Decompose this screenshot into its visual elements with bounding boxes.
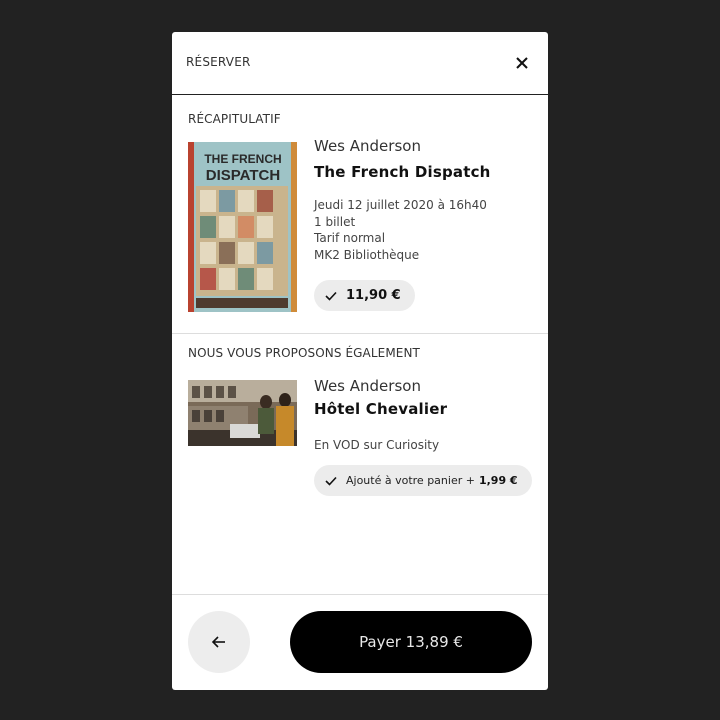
back-button[interactable]: [188, 611, 250, 673]
modal-header: RÉSERVER: [172, 32, 548, 95]
booking-modal: RÉSERVER RÉCAPITULATIF THE FRENCH DISPAT…: [172, 32, 548, 690]
svg-text:THE FRENCH: THE FRENCH: [204, 152, 281, 166]
section-divider: [172, 333, 548, 334]
recap-movie-title: The French Dispatch: [314, 163, 491, 181]
suggestion-availability: En VOD sur Curiosity: [314, 438, 440, 452]
arrow-left-icon: [211, 636, 225, 648]
close-button[interactable]: [512, 53, 532, 73]
recap-cinema: MK2 Bibliothèque: [314, 248, 420, 262]
added-to-cart-label: Ajouté à votre panier +: [346, 474, 475, 487]
recap-price-pill[interactable]: 11,90 €: [314, 280, 415, 311]
recap-fare: Tarif normal: [314, 231, 386, 245]
recap-section-label: RÉCAPITULATIF: [188, 112, 281, 126]
recap-date: Jeudi 12 juillet 2020 à 16h40: [314, 198, 487, 212]
check-icon: [325, 291, 337, 301]
recap-director: Wes Anderson: [314, 137, 421, 155]
added-to-cart-price: 1,99 €: [478, 474, 518, 487]
pay-button[interactable]: Payer 13,89 €: [290, 611, 532, 673]
check-icon: [325, 476, 337, 486]
close-icon: [516, 57, 528, 69]
suggestion-director: Wes Anderson: [314, 377, 421, 395]
suggestion-added-pill[interactable]: Ajouté à votre panier + 1,99 €: [314, 465, 532, 496]
modal-title: RÉSERVER: [186, 55, 251, 69]
suggestion-section-label: NOUS VOUS PROPOSONS ÉGALEMENT: [188, 346, 420, 360]
svg-text:DISPATCH: DISPATCH: [206, 167, 280, 184]
recap-price: 11,90 €: [346, 288, 401, 303]
footer-divider: [172, 594, 548, 595]
suggestion-movie-title: Hôtel Chevalier: [314, 400, 448, 418]
movie-poster: THE FRENCH DISPATCH: [188, 142, 297, 312]
recap-ticket-count: 1 billet: [314, 215, 356, 229]
suggestion-thumbnail: [188, 380, 297, 446]
